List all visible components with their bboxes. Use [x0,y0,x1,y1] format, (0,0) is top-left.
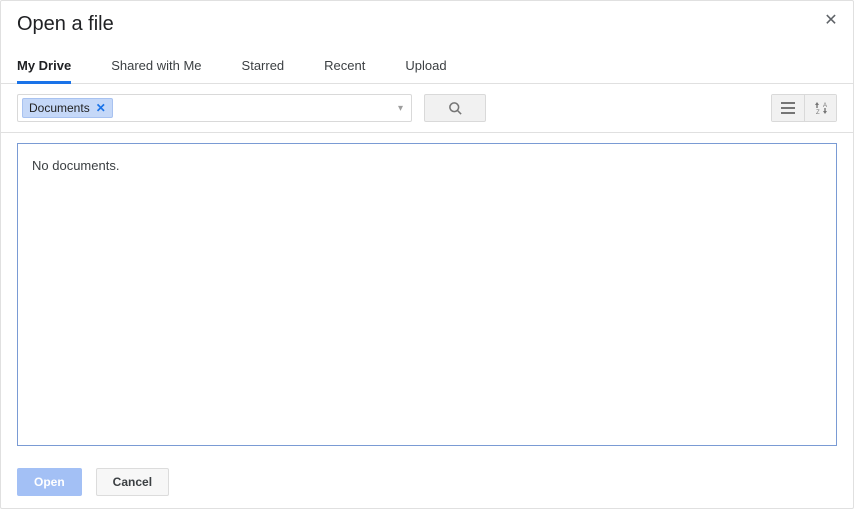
file-list-area: No documents. [17,143,837,446]
svg-text:Z: Z [816,110,820,115]
tab-starred[interactable]: Starred [242,48,303,83]
open-button[interactable]: Open [17,468,82,496]
dialog-header: Open a file ✕ [1,1,853,42]
search-icon [448,101,463,116]
close-icon: ✕ [824,12,837,29]
view-toggle-group: A Z [771,94,837,122]
chip-remove-icon[interactable]: ✕ [96,102,106,114]
sort-az-icon: A Z [814,101,828,115]
close-button[interactable]: ✕ [821,11,841,31]
tab-label: My Drive [17,58,71,73]
folder-chip-label: Documents [29,101,90,115]
dialog-footer: Open Cancel [1,456,853,508]
open-button-label: Open [34,475,65,489]
tab-label: Recent [324,58,365,73]
tab-my-drive[interactable]: My Drive [17,48,89,83]
folder-chip[interactable]: Documents ✕ [22,98,113,118]
svg-text:A: A [823,103,827,109]
tab-label: Upload [405,58,446,73]
sort-button[interactable]: A Z [804,95,836,121]
toolbar-right: A Z [771,94,837,122]
dialog-title: Open a file [17,13,837,36]
folder-breadcrumb[interactable]: Documents ✕ ▾ [17,94,412,122]
tab-label: Shared with Me [111,58,201,73]
search-button[interactable] [424,94,486,122]
cancel-button-label: Cancel [113,475,152,489]
tab-recent[interactable]: Recent [324,48,383,83]
toolbar-left: Documents ✕ ▾ [17,94,486,122]
empty-state-message: No documents. [32,158,822,173]
toolbar: Documents ✕ ▾ [1,84,853,133]
chevron-down-icon[interactable]: ▾ [398,103,403,114]
cancel-button[interactable]: Cancel [96,468,169,496]
list-view-button[interactable] [772,95,804,121]
tabs: My Drive Shared with Me Starred Recent U… [1,48,853,84]
open-file-dialog: Open a file ✕ My Drive Shared with Me St… [0,0,854,509]
tab-shared-with-me[interactable]: Shared with Me [111,48,219,83]
tab-label: Starred [242,58,285,73]
tab-upload[interactable]: Upload [405,48,464,83]
list-view-icon [781,102,795,114]
